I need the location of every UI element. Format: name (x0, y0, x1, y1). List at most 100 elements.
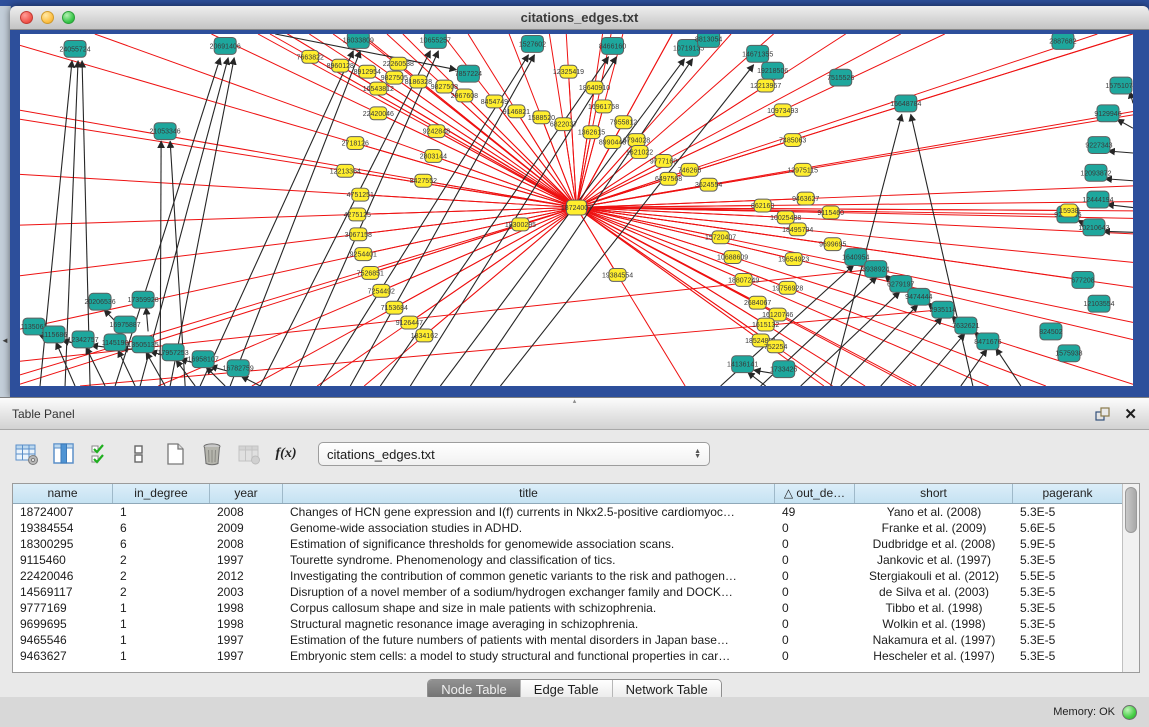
graph-node[interactable]: 3624554 (695, 178, 722, 191)
graph-node[interactable]: 7632621 (952, 317, 979, 334)
graph-node[interactable]: 12213967 (750, 79, 781, 92)
graph-node[interactable]: 9827508 (431, 80, 458, 93)
graph-node[interactable]: 862160 (751, 199, 774, 212)
graph-node[interactable]: 9227343 (1085, 137, 1112, 154)
graph-node[interactable]: 12103554 (1083, 295, 1114, 312)
graph-node[interactable]: 8938924 (862, 261, 889, 278)
graph-node[interactable]: 15720407 (705, 231, 736, 244)
graph-node[interactable]: 8454749 (481, 95, 508, 108)
function-builder-button[interactable]: f(x) (273, 441, 299, 467)
network-canvas[interactable]: 2405572420691406160338091065525715276027… (20, 34, 1133, 386)
table-vertical-scrollbar[interactable] (1122, 484, 1139, 672)
graph-node[interactable]: 10025488 (770, 211, 801, 224)
column-header-title[interactable]: title (283, 484, 775, 503)
graph-node[interactable]: 12342757 (67, 331, 98, 348)
graph-node[interactable]: 1362615 (578, 126, 605, 139)
citation-graph[interactable]: 2405572420691406160338091065525715276027… (20, 34, 1133, 386)
table-options-button[interactable] (14, 441, 40, 467)
graph-node[interactable]: 824502 (1039, 323, 1062, 340)
graph-node[interactable]: 2935114 (929, 301, 956, 318)
column-header-short[interactable]: short (855, 484, 1013, 503)
graph-node[interactable]: 8813054 (695, 34, 722, 47)
graph-node[interactable]: 9699695 (819, 238, 846, 251)
graph-node[interactable]: 21053346 (150, 123, 181, 140)
graph-node[interactable]: 9474444 (905, 288, 932, 305)
show-columns-button[interactable] (51, 441, 77, 467)
graph-node[interactable]: 18495794 (782, 223, 813, 236)
close-window-button[interactable] (20, 11, 33, 24)
graph-node[interactable]: 22260538 (383, 57, 414, 70)
rows-button[interactable] (125, 441, 151, 467)
new-table-button[interactable] (162, 441, 188, 467)
graph-node[interactable]: 1145190 (102, 334, 129, 351)
graph-node[interactable]: 24055724 (59, 40, 90, 57)
graph-node[interactable]: 8466160 (599, 37, 626, 54)
graph-node[interactable]: 7526851 (357, 267, 384, 280)
graph-node[interactable]: 1527602 (519, 35, 546, 52)
graph-node[interactable]: 17957253 (158, 344, 189, 361)
table-row[interactable]: 977716911998Corpus callosum shape and si… (13, 600, 1123, 616)
graph-node[interactable]: 9777169 (650, 154, 677, 167)
graph-node[interactable]: 752254 (764, 340, 787, 353)
column-header-name[interactable]: name (13, 484, 113, 503)
graph-node[interactable]: 12213364 (330, 164, 361, 177)
panel-drag-handle[interactable]: ▴ (573, 398, 577, 405)
graph-node[interactable]: 10210643 (1078, 219, 1109, 236)
graph-node[interactable]: 14671355 (742, 45, 773, 62)
table-selector-dropdown[interactable]: citations_edges.txt ▲▼ (318, 442, 710, 466)
graph-node[interactable]: 19384554 (602, 269, 633, 282)
graph-node[interactable]: 12325419 (553, 65, 584, 78)
graph-node[interactable]: 677208 (1071, 271, 1094, 288)
table-row[interactable]: 1830029562008Estimation of significance … (13, 536, 1123, 552)
graph-node[interactable]: 2803144 (420, 150, 447, 163)
close-panel-icon[interactable]: ✕ (1124, 405, 1137, 423)
graph-node[interactable]: 16648784 (890, 95, 921, 112)
graph-node[interactable]: 7485063 (779, 134, 806, 147)
graph-node[interactable]: 7153684 (381, 301, 408, 314)
column-header-year[interactable]: year (210, 484, 283, 503)
graph-node[interactable]: 7857224 (455, 65, 482, 82)
delete-table-button[interactable] (199, 441, 225, 467)
graph-node[interactable]: 7663822 (297, 50, 324, 63)
graph-node[interactable]: 3067158 (345, 228, 372, 241)
graph-node[interactable]: 8960128 (327, 59, 354, 72)
table-panel-header[interactable]: ▴ Table Panel ✕ (0, 398, 1149, 430)
graph-node[interactable]: 7515526 (827, 69, 854, 86)
graph-node[interactable]: 10973493 (767, 104, 798, 117)
graph-node[interactable]: 12444194 (1082, 191, 1113, 208)
select-all-button[interactable] (88, 441, 114, 467)
graph-node[interactable]: 4751251 (347, 188, 374, 201)
graph-node[interactable]: 20206536 (84, 293, 115, 310)
table-row[interactable]: 911546021997Tourette syndrome. Phenomeno… (13, 552, 1123, 568)
graph-node[interactable]: 22420046 (363, 107, 394, 120)
graph-node[interactable]: 14136141 (727, 356, 758, 373)
collapse-handle-icon[interactable]: ◄ (1, 336, 9, 345)
float-panel-icon[interactable] (1095, 407, 1110, 421)
graph-node[interactable]: 2887682 (1049, 34, 1076, 49)
column-header-out_de[interactable]: △ out_de… (775, 484, 855, 503)
table-row[interactable]: 1938455462009Genome-wide association stu… (13, 520, 1123, 536)
graph-node[interactable]: 746266 (678, 163, 701, 176)
graph-node[interactable]: 9146821 (503, 105, 530, 118)
graph-node[interactable]: 12975115 (787, 163, 818, 176)
graph-node[interactable]: 8471676 (974, 333, 1001, 350)
graph-node[interactable]: 15751074 (1105, 77, 1133, 94)
column-header-in_degree[interactable]: in_degree (113, 484, 210, 503)
graph-node[interactable]: 13505135 (128, 336, 159, 353)
graph-node[interactable]: 10655257 (420, 34, 451, 48)
table-row[interactable]: 969969511998Structural magnetic resonanc… (13, 616, 1123, 632)
table-row[interactable]: 946362711997Embryonic stem cells: a mode… (13, 648, 1123, 664)
column-header-pagerank[interactable]: pagerank (1013, 484, 1123, 503)
graph-node[interactable]: 16975887 (110, 316, 141, 333)
minimize-window-button[interactable] (41, 11, 54, 24)
graph-node[interactable]: 15938 (1059, 204, 1079, 217)
graph-node[interactable]: 1733426 (770, 361, 797, 378)
graph-node[interactable]: 1834162 (411, 329, 438, 342)
table-row[interactable]: 946554611997Estimation of the future num… (13, 632, 1123, 648)
graph-node[interactable]: 9463627 (792, 192, 819, 205)
graph-node[interactable]: 12093872 (1080, 164, 1111, 181)
graph-node[interactable]: 9254401 (350, 248, 377, 261)
graph-node[interactable]: 1115686 (41, 326, 67, 343)
zoom-window-button[interactable] (62, 11, 75, 24)
graph-node[interactable]: 19218506 (757, 62, 788, 79)
